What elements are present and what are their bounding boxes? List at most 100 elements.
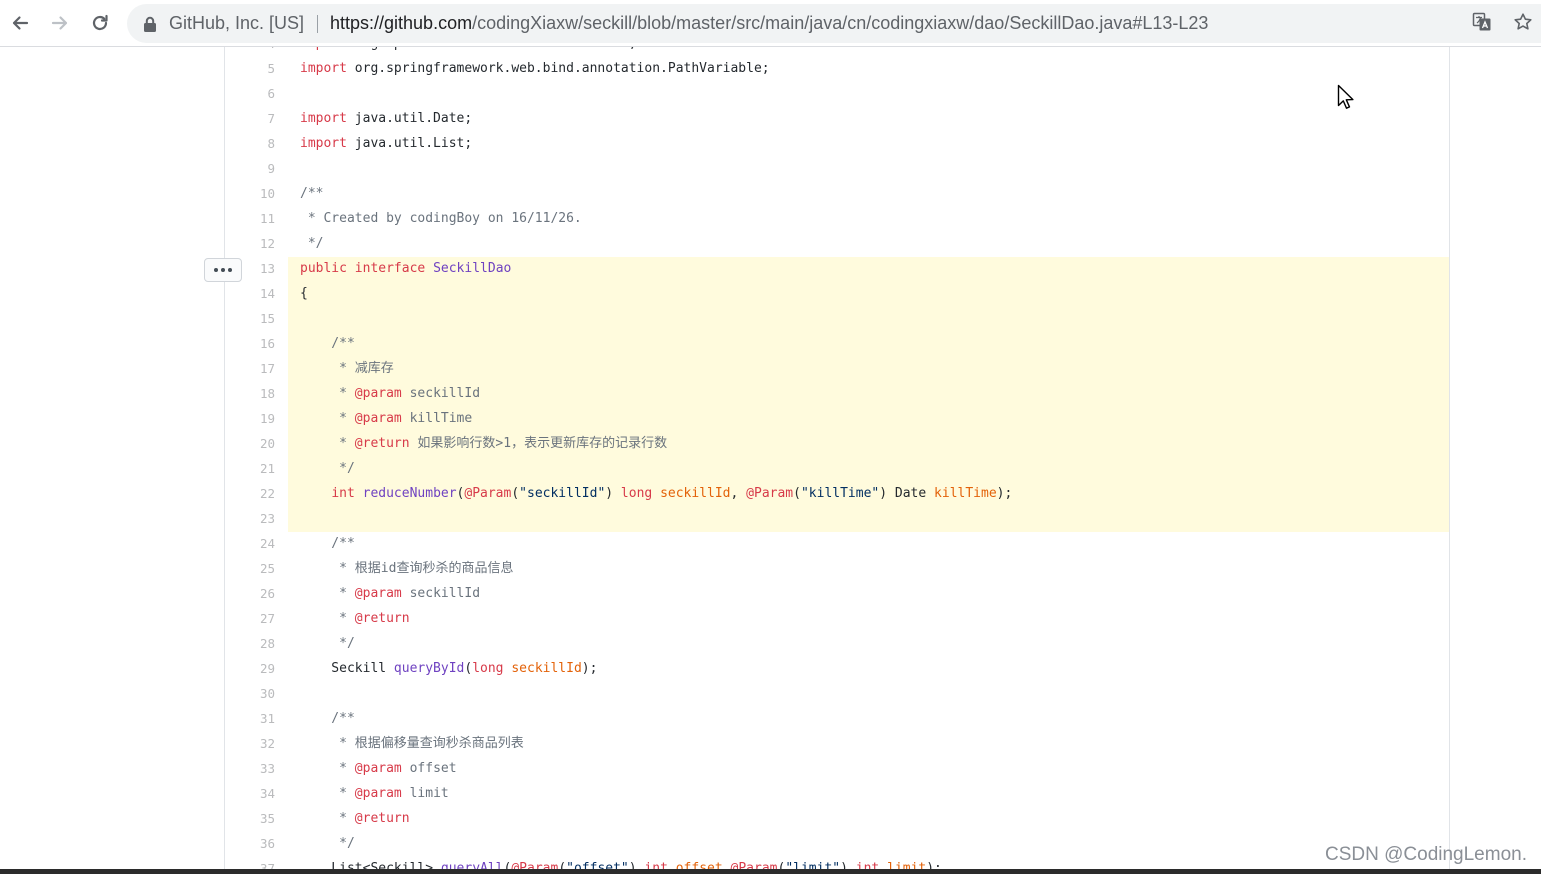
code-token: "offset" <box>566 861 629 869</box>
lock-icon <box>144 16 156 32</box>
code-token: * <box>300 611 355 626</box>
code-token: public <box>300 261 347 276</box>
line-number[interactable]: 34 <box>225 781 275 806</box>
code-text: * @param offset <box>300 756 457 781</box>
line-number[interactable]: 11 <box>225 206 275 231</box>
line-number[interactable]: 35 <box>225 806 275 831</box>
code-line: 19 * @param killTime <box>225 406 1449 431</box>
line-number[interactable]: 30 <box>225 681 275 706</box>
code-line: 29 Seckill queryById(long seckillId); <box>225 656 1449 681</box>
code-token: @param <box>354 386 402 401</box>
code-token: int <box>855 861 880 869</box>
site-identity[interactable]: GitHub, Inc. [US] <box>169 13 304 34</box>
line-number[interactable]: 19 <box>225 406 275 431</box>
code-line: 33 * @param offset <box>225 756 1449 781</box>
line-number[interactable]: 6 <box>225 81 275 106</box>
code-token: * 减库存 <box>300 361 394 376</box>
url-separator <box>317 15 318 33</box>
bookmark-button[interactable] <box>1512 11 1534 33</box>
line-actions-button[interactable] <box>204 258 242 282</box>
line-number[interactable]: 26 <box>225 581 275 606</box>
browser-toolbar: GitHub, Inc. [US] https://github.com/cod… <box>0 0 1541 47</box>
back-button[interactable] <box>5 8 35 38</box>
line-number[interactable]: 25 <box>225 556 275 581</box>
line-number[interactable]: 31 <box>225 706 275 731</box>
code-token: @param <box>354 586 402 601</box>
code-view: 4 import org.apache.ibatis.annotations.Pa… <box>224 47 1450 869</box>
line-number[interactable]: 17 <box>225 356 275 381</box>
code-line: 31 /** <box>225 706 1449 731</box>
translate-button[interactable] <box>1471 11 1493 33</box>
code-line: 4 import org.apache.ibatis.annotations.Pa… <box>225 47 1449 56</box>
line-number[interactable]: 16 <box>225 331 275 356</box>
code-token: killTime <box>401 411 473 426</box>
code-line: 12 */ <box>225 231 1449 256</box>
line-number[interactable]: 33 <box>225 756 275 781</box>
watermark: CSDN @CodingLemon. <box>1325 844 1527 865</box>
code-token: Seckill <box>300 661 394 676</box>
line-number[interactable]: 5 <box>225 56 275 81</box>
line-number[interactable]: 7 <box>225 106 275 131</box>
code-token: , <box>730 486 747 501</box>
code-token: interface <box>354 261 426 276</box>
code-token: * Created by codingBoy on 16/11/26. <box>300 211 582 226</box>
line-number[interactable]: 10 <box>225 181 275 206</box>
line-number[interactable]: 8 <box>225 131 275 156</box>
code-token: killTime <box>934 486 997 501</box>
code-line: 17 * 减库存 <box>225 356 1449 381</box>
bottom-bar <box>0 869 1541 874</box>
code-text: * @return 如果影响行数>1，表示更新库存的记录行数 <box>300 431 667 456</box>
line-number[interactable]: 12 <box>225 231 275 256</box>
line-number[interactable]: 23 <box>225 506 275 531</box>
forward-button[interactable] <box>45 8 75 38</box>
code-line: 16 /** <box>225 331 1449 356</box>
url-text[interactable]: https://github.com/codingXiaxw/seckill/b… <box>330 13 1208 34</box>
code-token: seckillId <box>401 386 481 401</box>
line-number[interactable]: 28 <box>225 631 275 656</box>
code-text: import java.util.Date; <box>300 106 472 131</box>
code-text: * @param limit <box>300 781 449 806</box>
line-number[interactable]: 18 <box>225 381 275 406</box>
code-line: 13 public interface SeckillDao <box>225 256 1449 281</box>
line-number[interactable]: 29 <box>225 656 275 681</box>
code-text: */ <box>300 456 355 481</box>
code-token: /** <box>300 336 355 351</box>
line-number[interactable]: 27 <box>225 606 275 631</box>
code-token: @return <box>354 811 410 826</box>
code-token: /** <box>300 536 355 551</box>
code-token: ( <box>793 486 801 501</box>
line-number[interactable]: 36 <box>225 831 275 856</box>
line-number[interactable]: 22 <box>225 481 275 506</box>
code-token: */ <box>300 461 355 476</box>
line-number[interactable]: 9 <box>225 156 275 181</box>
code-text: */ <box>300 831 355 856</box>
code-token: import <box>300 61 347 76</box>
code-token: offset <box>401 761 457 776</box>
line-number[interactable]: 37 <box>225 856 275 869</box>
code-token: ) <box>840 861 856 869</box>
star-icon <box>1514 13 1532 30</box>
code-text: /** <box>300 706 355 731</box>
line-number[interactable]: 20 <box>225 431 275 456</box>
code-line: 7 import java.util.Date; <box>225 106 1449 131</box>
code-token: * <box>300 761 355 776</box>
code-text: */ <box>300 231 324 256</box>
code-line: 20 * @return 如果影响行数>1，表示更新库存的记录行数 <box>225 431 1449 456</box>
code-token: { <box>300 286 308 301</box>
line-number[interactable]: 24 <box>225 531 275 556</box>
line-number[interactable]: 21 <box>225 456 275 481</box>
code-line: 26 * @param seckillId <box>225 581 1449 606</box>
line-number[interactable]: 4 <box>225 47 275 56</box>
line-number[interactable]: 32 <box>225 731 275 756</box>
line-number[interactable]: 15 <box>225 306 275 331</box>
address-bar[interactable]: GitHub, Inc. [US] https://github.com/cod… <box>127 4 1541 43</box>
code-line: 24 /** <box>225 531 1449 556</box>
code-token: org.springframework.web.bind.annotation.… <box>346 61 770 76</box>
code-line: 18 * @param seckillId <box>225 381 1449 406</box>
line-number[interactable]: 14 <box>225 281 275 306</box>
code-token: * <box>300 386 355 401</box>
reload-button[interactable] <box>85 8 115 38</box>
